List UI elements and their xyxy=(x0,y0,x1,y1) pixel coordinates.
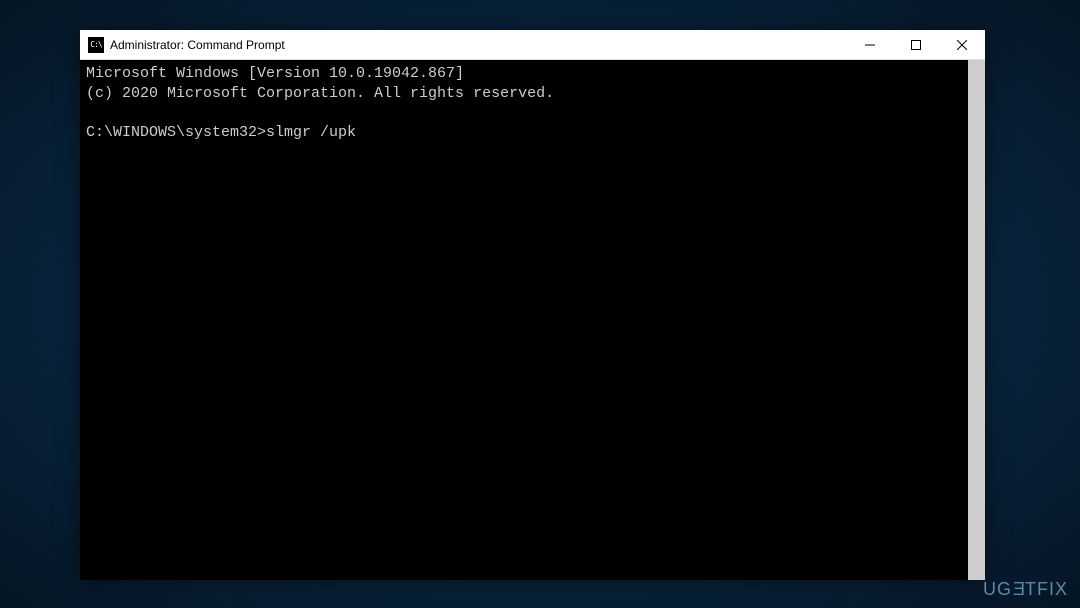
terminal-prompt: C:\WINDOWS\system32> xyxy=(86,124,266,141)
minimize-button[interactable] xyxy=(847,30,893,60)
terminal-command: slmgr /upk xyxy=(266,124,356,141)
scrollbar-thumb[interactable] xyxy=(968,60,985,580)
maximize-button[interactable] xyxy=(893,30,939,60)
close-button[interactable] xyxy=(939,30,985,60)
cmd-icon: C:\ xyxy=(88,37,104,53)
terminal-area: Microsoft Windows [Version 10.0.19042.86… xyxy=(80,60,985,580)
terminal-line: Microsoft Windows [Version 10.0.19042.86… xyxy=(86,65,464,82)
terminal-content[interactable]: Microsoft Windows [Version 10.0.19042.86… xyxy=(80,60,968,580)
window-controls xyxy=(847,30,985,59)
command-prompt-window: C:\ Administrator: Command Prompt Micros… xyxy=(80,30,985,580)
window-title: Administrator: Command Prompt xyxy=(110,38,847,52)
scrollbar[interactable] xyxy=(968,60,985,580)
titlebar[interactable]: C:\ Administrator: Command Prompt xyxy=(80,30,985,60)
watermark: UGETFIX xyxy=(983,579,1068,600)
terminal-line: (c) 2020 Microsoft Corporation. All righ… xyxy=(86,85,554,102)
